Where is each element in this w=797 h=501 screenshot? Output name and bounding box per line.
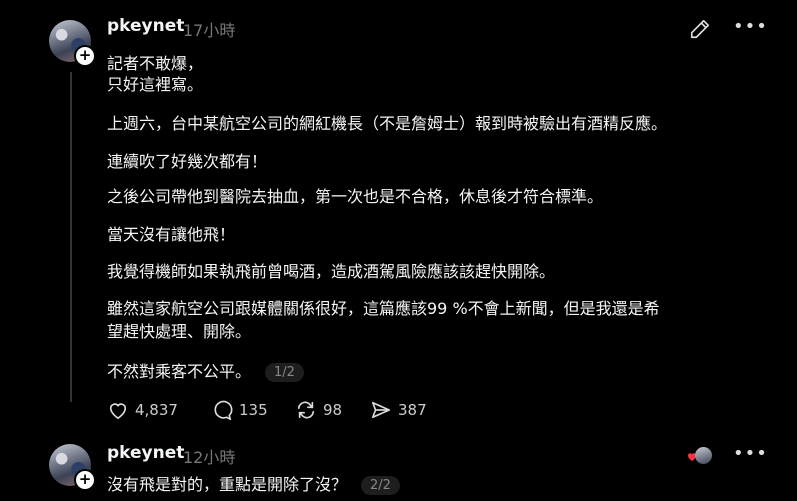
mini-avatar bbox=[695, 447, 712, 464]
repost-count: 98 bbox=[323, 401, 343, 419]
more-dots-icon[interactable]: ••• bbox=[733, 16, 768, 37]
timestamp[interactable]: 17小時 bbox=[183, 17, 235, 41]
post-line: 當天沒有讓他飛！ bbox=[107, 225, 236, 244]
share-count: 387 bbox=[398, 401, 427, 419]
username[interactable]: pkeynet bbox=[107, 16, 184, 36]
post-line: ￼雖然這家航空公司跟媒體關係很好，這篇應該99 %不會上新聞，但是我還是希 bbox=[107, 299, 660, 318]
post-line: 我覺得機師如果執飛前曾喝酒，造成酒駕風險應該該趕快開除。 bbox=[107, 262, 556, 281]
post-line-with-pager: ￼不然對乘客不公平。 1/2 bbox=[107, 358, 304, 382]
comment-icon bbox=[214, 400, 233, 420]
page-indicator: 2/2 bbox=[361, 476, 400, 495]
like-count: 4,837 bbox=[135, 401, 178, 419]
comment-count: 135 bbox=[239, 401, 268, 419]
timestamp[interactable]: 12小時 bbox=[183, 444, 235, 468]
repost-icon bbox=[297, 401, 315, 419]
share-icon bbox=[372, 401, 390, 419]
page-indicator: 1/2 bbox=[265, 363, 304, 382]
thread-line bbox=[70, 72, 72, 402]
post-line: 望趕快處理、開除。 bbox=[107, 322, 252, 341]
share-button[interactable]: 387 bbox=[370, 400, 427, 420]
username[interactable]: pkeynet bbox=[107, 443, 184, 463]
reply-text: 沒有飛是對的，重點是開除了沒？ bbox=[107, 475, 348, 494]
like-button[interactable]: 4,837 bbox=[107, 400, 178, 420]
post-2: + pkeynet 12小時 ••• 沒有飛是對的，重點是開除了沒？ 2/2 bbox=[0, 430, 797, 501]
post-line: 之後公司帶他到醫院去抽血，第一次也是不合格，休息後才符合標準。 bbox=[107, 187, 604, 206]
post-line: 連續吹了好幾次都有！ bbox=[107, 152, 268, 171]
post-1: + pkeynet 17小時 ••• 記者不敢爆， 只好這裡寫。 上週六，台中某… bbox=[0, 0, 797, 430]
follow-plus-icon[interactable]: + bbox=[74, 45, 96, 67]
liked-by-author-badge bbox=[686, 446, 714, 466]
reply-line-with-pager: 沒有飛是對的，重點是開除了沒？ 2/2 bbox=[107, 471, 400, 495]
heart-icon bbox=[109, 403, 127, 420]
pencil-icon[interactable] bbox=[689, 18, 711, 40]
post-line: 上週六，台中某航空公司的網紅機長（不是詹姆士）報到時被驗出有酒精反應。 bbox=[107, 114, 668, 133]
post-line: 只好這裡寫。 bbox=[107, 75, 204, 94]
more-dots-icon[interactable]: ••• bbox=[733, 443, 768, 464]
comment-button[interactable]: 135 bbox=[211, 400, 268, 420]
repost-button[interactable]: 98 bbox=[295, 400, 342, 420]
post-line: ￼不然對乘客不公平。 bbox=[107, 362, 252, 381]
follow-plus-icon[interactable]: + bbox=[74, 469, 96, 491]
